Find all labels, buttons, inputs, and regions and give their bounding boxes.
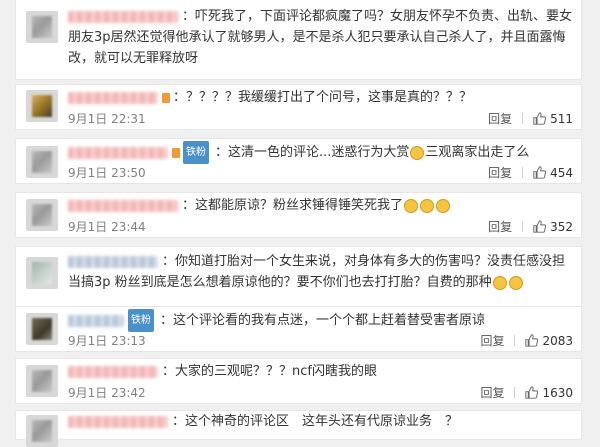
reply-button[interactable]: 回复	[480, 332, 504, 349]
comment-text: ：吓死我了，下面评论都疯魔了吗？女朋友怀孕不负责、出轨、要女朋友3p居然还觉得他…	[68, 6, 573, 69]
divider	[522, 167, 524, 178]
reply-button[interactable]: 回复	[488, 164, 512, 181]
fan-badge: 铁粉	[128, 309, 154, 332]
comment-item: 铁粉 ：这清一色的评论...迷惑行为大赏 三观离家出走了么 9月1日 23:50 回…	[15, 138, 582, 184]
avatar[interactable]	[26, 365, 58, 397]
comment-item: ：吓死我了，下面评论都疯魔了吗？女朋友怀孕不负责、出轨、要女朋友3p居然还觉得他…	[15, 0, 582, 80]
laughing-emoji-icon	[436, 198, 451, 213]
laughing-emoji-icon	[420, 198, 435, 213]
thumbs-up-icon	[525, 334, 539, 347]
comment-item: ：你知道打胎对一个女生来说，对身体有多大的伤害吗？没责任感没担当搞3p 粉丝到底…	[15, 246, 582, 314]
sweat-smile-emoji-icon	[508, 275, 523, 290]
like-count: 511	[550, 111, 573, 126]
vip-icon	[172, 147, 180, 158]
comment-actions: 回复 1630	[480, 384, 573, 401]
comment-text: ：这都能原谅？粉丝求锤得锤笑死我了	[68, 195, 573, 216]
comment-content: ：？？？？我缓缓打出了个问号，这事是真的？？？	[173, 90, 473, 105]
comment-item: ：这个神奇的评论区 这年头还有代原谅业务 ？	[15, 410, 582, 447]
comment-list: ：吓死我了，下面评论都疯魔了吗？女朋友怀孕不负责、出轨、要女朋友3p居然还觉得他…	[0, 0, 600, 447]
like-button[interactable]: 352	[533, 220, 573, 234]
comment-actions: 回复 2083	[480, 332, 573, 349]
comment-time: 9月1日 23:42	[68, 386, 146, 400]
comment-content: ：这清一色的评论...迷惑行为大赏	[215, 145, 410, 160]
username[interactable]	[68, 314, 124, 327]
avatar[interactable]	[26, 146, 58, 178]
like-button[interactable]: 454	[533, 166, 573, 180]
divider	[514, 387, 516, 398]
comment-text: 铁粉 ：这清一色的评论...迷惑行为大赏 三观离家出走了么	[68, 141, 573, 164]
comment-item: ：这都能原谅？粉丝求锤得锤笑死我了 9月1日 23:44 回复 352	[15, 192, 582, 238]
thumbs-up-icon	[525, 386, 539, 399]
divider	[522, 221, 524, 232]
sweat-smile-emoji-icon	[410, 145, 425, 160]
vip-icon	[162, 92, 170, 103]
avatar[interactable]	[26, 199, 58, 231]
avatar[interactable]	[26, 11, 58, 43]
thumbs-up-icon	[533, 112, 547, 125]
username[interactable]	[68, 10, 178, 23]
username[interactable]	[68, 91, 158, 104]
username[interactable]	[68, 146, 168, 159]
sweat-smile-emoji-icon	[492, 275, 507, 290]
laughing-emoji-icon	[404, 198, 419, 213]
comment-actions: 回复 352	[488, 218, 573, 235]
comment-item: ：？？？？我缓缓打出了个问号，这事是真的？？？ 9月1日 22:31 回复 51…	[15, 84, 582, 130]
username[interactable]	[68, 415, 168, 428]
comment-text: ：你知道打胎对一个女生来说，对身体有多大的伤害吗？没责任感没担当搞3p 粉丝到底…	[68, 251, 573, 293]
avatar[interactable]	[26, 313, 58, 345]
comment-time: 9月1日 22:31	[68, 112, 146, 126]
comment-item: ：大家的三观呢？？？ncf闪瞎我的眼 9月1日 23:42 回复 1630	[15, 358, 582, 404]
like-button[interactable]: 2083	[525, 334, 573, 348]
comment-text: ：大家的三观呢？？？ncf闪瞎我的眼	[68, 361, 573, 382]
like-button[interactable]: 1630	[525, 386, 573, 400]
comment-content: ：这个神奇的评论区 这年头还有代原谅业务 ？	[172, 414, 459, 429]
comment-content: ：这都能原谅？粉丝求锤得锤笑死我了	[182, 198, 404, 213]
thumbs-up-icon	[533, 166, 547, 179]
reply-button[interactable]: 回复	[488, 218, 512, 235]
comment-actions: 回复 454	[488, 164, 573, 181]
comment-text: ：？？？？我缓缓打出了个问号，这事是真的？？？	[68, 87, 573, 108]
avatar[interactable]	[26, 415, 58, 447]
comment-item: 铁粉 ：这个评论看的我有点迷，一个个都上赶着替受害者原谅 9月1日 23:13 回…	[15, 306, 582, 352]
comment-content-tail: 三观离家出走了么	[425, 145, 530, 160]
avatar[interactable]	[26, 257, 58, 289]
fan-badge: 铁粉	[183, 141, 209, 164]
divider	[514, 335, 516, 346]
like-count: 454	[550, 165, 573, 180]
like-count: 352	[550, 219, 573, 234]
avatar[interactable]	[26, 90, 58, 122]
like-count: 1630	[542, 385, 573, 400]
reply-button[interactable]: 回复	[488, 110, 512, 127]
reply-button[interactable]: 回复	[480, 384, 504, 401]
username[interactable]	[68, 199, 178, 212]
comment-text: 铁粉 ：这个评论看的我有点迷，一个个都上赶着替受害者原谅	[68, 309, 573, 332]
username[interactable]	[68, 365, 158, 378]
thumbs-up-icon	[533, 220, 547, 233]
divider	[522, 113, 524, 124]
comment-actions: 回复 511	[488, 110, 573, 127]
comment-time: 9月1日 23:50	[68, 166, 146, 180]
comment-content: ：这个评论看的我有点迷，一个个都上赶着替受害者原谅	[160, 313, 486, 328]
comment-time: 9月1日 23:13	[68, 334, 146, 348]
comment-content: ：大家的三观呢？？？ncf闪瞎我的眼	[162, 364, 377, 379]
like-count: 2083	[542, 333, 573, 348]
comment-time: 9月1日 23:44	[68, 220, 146, 234]
comment-text: ：这个神奇的评论区 这年头还有代原谅业务 ？	[68, 411, 573, 432]
like-button[interactable]: 511	[533, 112, 573, 126]
username[interactable]	[68, 255, 158, 268]
